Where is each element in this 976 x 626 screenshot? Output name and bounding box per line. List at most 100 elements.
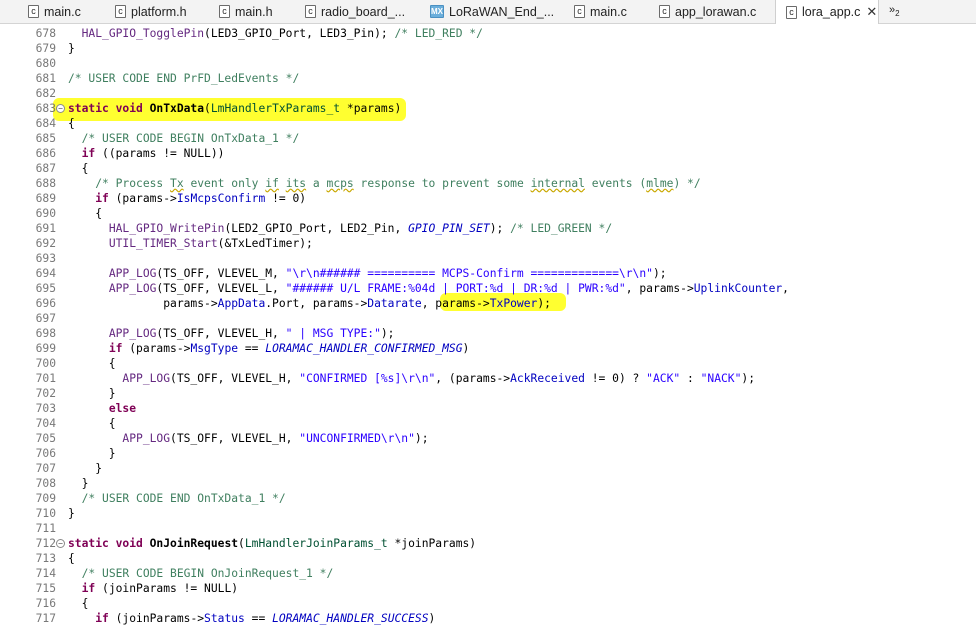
code-line[interactable]: 702 } [0,386,976,401]
tab-main-c[interactable]: c main.c [28,0,81,23]
tab-app-lorawan[interactable]: c app_lorawan.c [659,0,756,23]
code-token: } [68,507,75,520]
code-line[interactable]: 688 /* Process Tx event only if its a mc… [0,176,976,191]
code-token: HAL_GPIO_TogglePin [81,27,205,40]
code-line[interactable]: 687 { [0,161,976,176]
tab-radio-board[interactable]: c radio_board_... [305,0,405,23]
code-line[interactable]: 697 [0,311,976,326]
fold-toggle-icon[interactable]: − [56,539,65,548]
code-line[interactable]: 709 /* USER CODE END OnTxData_1 */ [0,491,976,506]
code-line[interactable]: 686 if ((params != NULL)) [0,146,976,161]
code-line[interactable]: 703 else [0,401,976,416]
c-file-icon: c [659,5,670,18]
tab-main-c-2[interactable]: c main.c [574,0,627,23]
code-token: "###### U/L FRAME:%04d | PORT:%d | DR:%d… [285,282,626,295]
code-token: else [108,402,137,415]
code-token: its [285,177,307,190]
code-line[interactable]: 715 if (joinParams != NULL) [0,581,976,596]
tab-lora-app-c[interactable]: c lora_app.c ✕ [775,0,879,24]
code-line[interactable]: 693 [0,251,976,266]
line-number: 708 [35,477,56,490]
code-text: /* Process Tx event only if its a mcps r… [68,176,700,191]
code-token: { [68,117,75,130]
line-number: 680 [35,57,56,70]
tab-platform-h[interactable]: c platform.h [115,0,187,23]
code-line[interactable]: 710} [0,506,976,521]
code-line[interactable]: 714 /* USER CODE BEGIN OnJoinRequest_1 *… [0,566,976,581]
code-line[interactable]: 708 } [0,476,976,491]
code-line[interactable]: 692 UTIL_TIMER_Start(&TxLedTimer); [0,236,976,251]
code-text: if ((params != NULL)) [68,146,225,161]
code-text: } [68,476,89,491]
code-line[interactable]: 691 HAL_GPIO_WritePin(LED2_GPIO_Port, LE… [0,221,976,236]
code-editor[interactable]: 678 HAL_GPIO_TogglePin(LED3_GPIO_Port, L… [0,24,976,625]
code-token: } [68,477,89,490]
code-text: APP_LOG(TS_OFF, VLEVEL_L, "###### U/L FR… [68,281,789,296]
close-icon[interactable]: ✕ [866,4,877,20]
line-number: 695 [35,282,56,295]
code-line[interactable]: 683− static void OnTxData(LmHandlerTxPara… [0,101,976,116]
code-token: /* Process [95,177,171,190]
code-token: if [265,177,279,190]
code-line[interactable]: 701 APP_LOG(TS_OFF, VLEVEL_H, "CONFIRMED… [0,371,976,386]
code-token: } [68,387,116,400]
code-line[interactable]: 679} [0,41,976,56]
code-line[interactable]: 680 [0,56,976,71]
code-token: *params) [340,102,402,115]
code-line[interactable]: 711 [0,521,976,536]
c-file-icon: c [115,5,126,18]
code-token: , (params-> [435,372,511,385]
code-token: { [68,162,89,175]
line-number: 688 [35,177,56,190]
code-line[interactable]: 698 APP_LOG(TS_OFF, VLEVEL_H, " | MSG TY… [0,326,976,341]
code-line[interactable]: 684 { [0,116,976,131]
code-text: /* USER CODE END OnTxData_1 */ [68,491,286,506]
code-line[interactable]: 704 { [0,416,976,431]
code-line[interactable]: 717 if (joinParams->Status == LORAMAC_HA… [0,611,976,626]
code-token: ); [741,372,756,385]
code-line[interactable]: 712− static void OnJoinRequest(LmHandlerJ… [0,536,976,551]
code-token: (params-> [122,342,191,355]
code-line[interactable]: 700 { [0,356,976,371]
code-line[interactable]: 681 /* USER CODE END PrFD_LedEvents */ [0,71,976,86]
code-line[interactable]: 682 [0,86,976,101]
overflow-count: 2 [895,9,900,19]
code-line[interactable]: 713 { [0,551,976,566]
code-text: HAL_GPIO_TogglePin(LED3_GPIO_Port, LED3_… [68,26,483,41]
code-token: OnTxData [149,102,205,115]
code-line[interactable]: 707 } [0,461,976,476]
code-line[interactable]: 689 if (params->IsMcpsConfirm != 0) [0,191,976,206]
code-line[interactable]: 694 APP_LOG(TS_OFF, VLEVEL_M, "\r\n#####… [0,266,976,281]
tab-overflow-button[interactable]: »2 [889,4,900,18]
tab-main-h[interactable]: c main.h [219,0,273,23]
code-token: AppData [217,297,266,310]
fold-toggle-icon[interactable]: − [56,104,65,113]
code-token: } [68,447,116,460]
code-line[interactable]: 690 { [0,206,976,221]
line-number: 716 [35,597,56,610]
code-line[interactable]: 685 /* USER CODE BEGIN OnTxData_1 */ [0,131,976,146]
code-token: (TS_OFF, VLEVEL_H, [170,432,300,445]
code-token: internal [530,177,585,190]
code-token: (TS_OFF, VLEVEL_M, [156,267,286,280]
code-line[interactable]: 699 if (params->MsgType == LORAMAC_HANDL… [0,341,976,356]
code-line[interactable]: 678 HAL_GPIO_TogglePin(LED3_GPIO_Port, L… [0,26,976,41]
tab-lorawan-end[interactable]: MX LoRaWAN_End_... [430,0,554,23]
line-number: 692 [35,237,56,250]
code-token: != 0) [265,192,307,205]
code-line[interactable]: 695 APP_LOG(TS_OFF, VLEVEL_L, "###### U/… [0,281,976,296]
c-file-icon: c [28,5,39,18]
code-token: TxPower [489,297,538,310]
code-line[interactable]: 696 params->AppData.Port, params->Datara… [0,296,976,311]
mx-file-icon: MX [430,5,444,18]
code-line[interactable]: 716 { [0,596,976,611]
code-line[interactable]: 706 } [0,446,976,461]
code-line[interactable]: 705 APP_LOG(TS_OFF, VLEVEL_H, "UNCONFIRM… [0,431,976,446]
code-token: LORAMAC_HANDLER_SUCCESS [272,612,429,625]
